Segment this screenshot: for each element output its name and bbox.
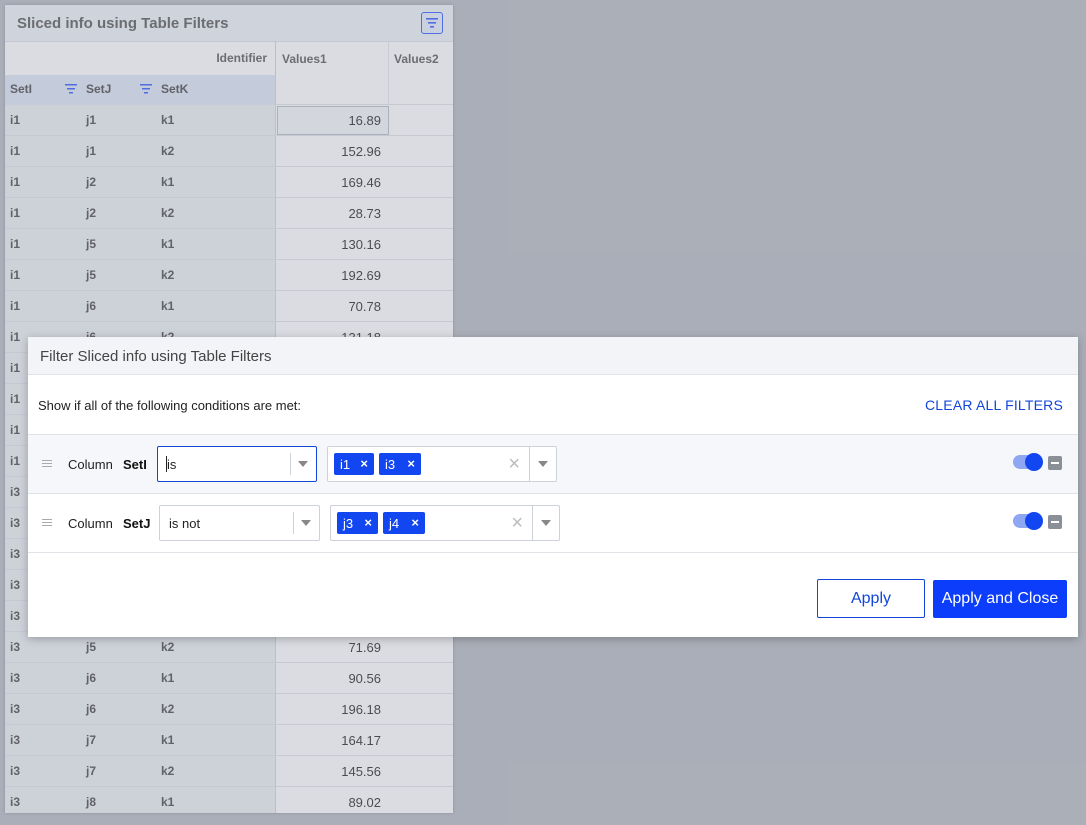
- operator-value: is not: [169, 516, 201, 531]
- toggle-knob: [1025, 512, 1043, 530]
- clear-icon[interactable]: ×: [508, 453, 520, 476]
- chevron-down-icon[interactable]: [541, 520, 551, 526]
- remove-filter-icon[interactable]: [1048, 515, 1062, 529]
- filter-column-label: Column: [68, 516, 113, 531]
- chip-label: j3: [343, 516, 354, 531]
- chevron-down-icon[interactable]: [301, 520, 311, 526]
- chevron-down-icon[interactable]: [538, 461, 548, 467]
- value-chip: j3 ×: [337, 512, 378, 534]
- divider: [290, 453, 291, 475]
- filter-enabled-toggle[interactable]: [1013, 512, 1043, 530]
- value-chip: i1 ×: [334, 453, 374, 475]
- chevron-down-icon[interactable]: [298, 461, 308, 467]
- chip-label: j4: [389, 516, 400, 531]
- value-chip: j4 ×: [383, 512, 425, 534]
- operator-select[interactable]: is not: [159, 505, 320, 541]
- filter-column-label: Column: [68, 457, 113, 472]
- filter-column-name: SetJ: [123, 516, 151, 531]
- operator-value: is: [167, 457, 177, 472]
- chip-label: i3: [385, 457, 396, 472]
- operator-select[interactable]: is: [157, 446, 317, 482]
- chip-remove-icon[interactable]: ×: [407, 456, 415, 471]
- clear-icon[interactable]: ×: [511, 512, 523, 535]
- divider: [293, 512, 294, 534]
- drag-handle-icon[interactable]: [42, 460, 52, 469]
- chip-remove-icon[interactable]: ×: [360, 456, 368, 471]
- divider: [529, 447, 530, 481]
- value-chip: i3 ×: [379, 453, 421, 475]
- apply-button[interactable]: Apply: [817, 579, 925, 618]
- dialog-title: Filter Sliced info using Table Filters: [40, 348, 272, 365]
- divider: [532, 506, 533, 540]
- condition-text: Show if all of the following conditions …: [38, 398, 302, 413]
- value-multiselect[interactable]: i1 × i3 × ×: [327, 446, 557, 482]
- filter-row: Column SetI is i1 × i3 × ×: [28, 434, 1078, 493]
- chip-label: i1: [340, 457, 351, 472]
- filter-row: Column SetJ is not j3 × j4 × ×: [28, 493, 1078, 553]
- drag-handle-icon[interactable]: [42, 519, 52, 528]
- filter-dialog: Filter Sliced info using Table Filters S…: [28, 337, 1078, 637]
- remove-filter-icon[interactable]: [1048, 456, 1062, 470]
- chip-remove-icon[interactable]: ×: [411, 515, 419, 530]
- dialog-header: Filter Sliced info using Table Filters: [28, 337, 1078, 375]
- toggle-knob: [1025, 453, 1043, 471]
- apply-and-close-button[interactable]: Apply and Close: [933, 580, 1067, 618]
- clear-all-filters-link[interactable]: CLEAR ALL FILTERS: [925, 397, 1063, 413]
- filter-enabled-toggle[interactable]: [1013, 453, 1043, 471]
- value-multiselect[interactable]: j3 × j4 × ×: [330, 505, 560, 541]
- filter-column-name: SetI: [123, 457, 147, 472]
- chip-remove-icon[interactable]: ×: [364, 515, 372, 530]
